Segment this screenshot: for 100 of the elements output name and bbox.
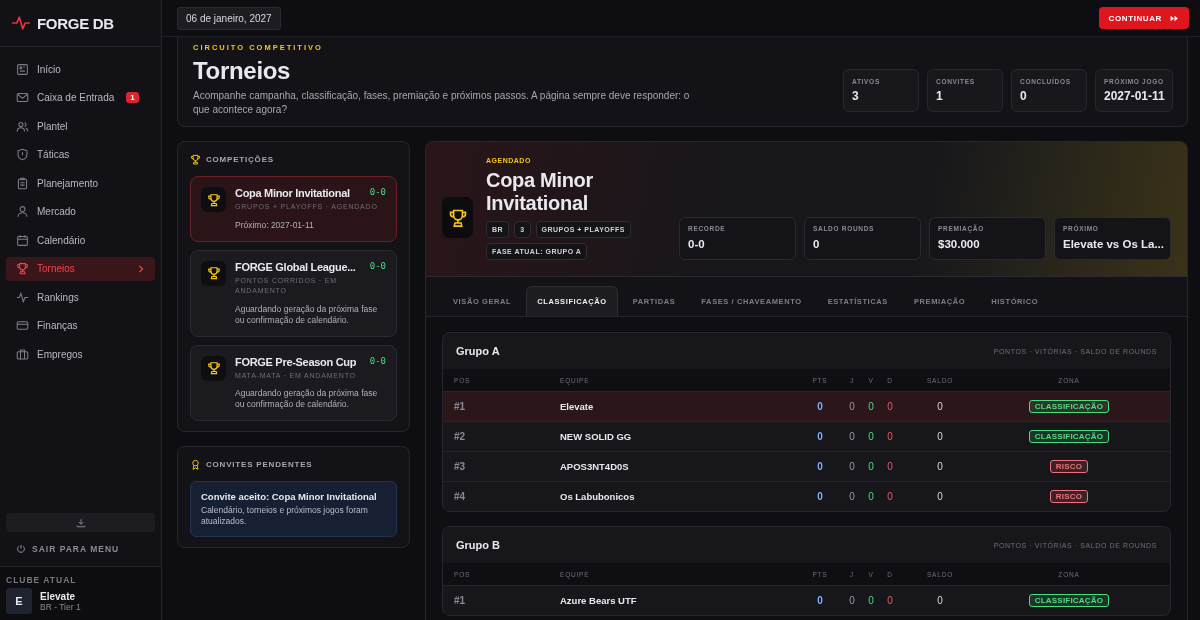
played-cell-text: 0 — [848, 491, 856, 502]
home-icon — [16, 62, 29, 76]
standings-row[interactable]: #3 APOS3NT4D0S 0 0 0 0 0 RISCO — [443, 451, 1170, 481]
standings-row[interactable]: #4 Os Labubonicos 0 0 0 0 0 RISCO — [443, 481, 1170, 511]
position-cell-text: #2 — [454, 431, 467, 442]
competition-note: Aguardando geração da próxima fase ou confirmação de calendário. — [235, 388, 379, 411]
page-title: Torneios — [193, 57, 292, 85]
nav-item[interactable]: Rankings — [6, 285, 155, 310]
nav-item[interactable]: Planejamento — [6, 171, 155, 196]
club-avatar: E — [6, 588, 32, 614]
team-cell-text: Elevate — [560, 401, 595, 412]
nav-item[interactable]: Finanças — [6, 313, 155, 338]
pulse-logo-icon — [11, 13, 31, 33]
nav-item[interactable]: Caixa de Entrada 1 — [6, 85, 155, 110]
wins-cell-text: 0 — [867, 491, 875, 502]
wins-cell-text: 0 — [867, 595, 875, 606]
balance-cell-text: 0 — [936, 461, 944, 472]
competition-note: Aguardando geração da próxima fase ou confirmação de calendário. — [235, 303, 379, 326]
competition-score: 0-0 — [369, 260, 386, 273]
points-cell-text: 0 — [816, 431, 824, 442]
mail-icon — [16, 91, 29, 105]
download-button[interactable] — [6, 513, 155, 532]
briefcase-icon — [16, 347, 29, 361]
medal-icon — [190, 459, 201, 471]
competition-score: 0-0 — [369, 355, 386, 368]
date-chip: 06 de janeiro, 2027 — [177, 6, 281, 30]
download-icon — [75, 517, 86, 528]
position-cell-text: #1 — [454, 401, 467, 412]
shield-icon — [16, 148, 29, 162]
panel-title: COMPETIÇÕES — [206, 155, 274, 164]
group-name: Grupo B — [456, 539, 500, 551]
zone-tag: RISCO — [1049, 460, 1089, 473]
standings-row[interactable]: #1 Elevate 0 0 0 0 0 CLASSIFICAÇÃO — [443, 391, 1170, 421]
nav-item[interactable]: Início — [6, 57, 155, 82]
balance-cell-text: 0 — [936, 431, 944, 442]
team-cell-text: APOS3NT4D0S — [560, 461, 630, 472]
fast-forward-icon — [1170, 13, 1179, 23]
competition-note: Próximo: 2027-01-11 — [235, 219, 315, 231]
team-cell-text: NEW SOLID GG — [560, 431, 633, 442]
played-cell-text: 0 — [848, 461, 856, 472]
losses-cell-text: 0 — [886, 491, 894, 502]
losses-cell-text: 0 — [886, 431, 894, 442]
trophy-badge — [442, 197, 473, 238]
points-cell-text: 0 — [816, 595, 824, 606]
nav-item[interactable]: Torneios — [6, 256, 155, 281]
points-cell-text: 0 — [816, 401, 824, 412]
power-icon — [16, 544, 26, 554]
club-meta: BR - Tier 1 — [40, 601, 81, 612]
users-icon — [16, 119, 29, 133]
zone-tag: RISCO — [1049, 490, 1089, 503]
losses-cell-text: 0 — [886, 461, 894, 472]
points-cell-text: 0 — [816, 461, 824, 472]
team-cell-text: Os Labubonicos — [560, 491, 636, 502]
trophy-badge — [201, 355, 226, 381]
nav-item[interactable]: Empregos — [6, 342, 155, 367]
clipboard-icon — [16, 176, 29, 190]
trophy-badge — [201, 187, 226, 212]
nav-item[interactable]: Calendário — [6, 228, 155, 253]
position-cell-text: #3 — [454, 461, 467, 472]
position-cell-text: #1 — [454, 595, 467, 606]
tournament-title: Copa Minor Invitational — [486, 169, 594, 215]
balance-cell-text: 0 — [936, 595, 944, 606]
zone-tag: CLASSIFICAÇÃO — [1028, 594, 1110, 607]
played-cell-text: 0 — [848, 431, 856, 442]
standings-row[interactable]: #2 NEW SOLID GG 0 0 0 0 0 CLASSIFICAÇÃO — [443, 421, 1170, 451]
trophy-badge — [201, 260, 226, 286]
nav-item[interactable]: Táticas — [6, 142, 155, 167]
trophy-icon — [16, 262, 29, 276]
team-cell-text: Azure Bears UTF — [560, 595, 638, 606]
nav-item[interactable]: Plantel — [6, 114, 155, 139]
user-icon — [16, 205, 29, 219]
exit-to-menu-button[interactable]: SAIR PARA MENU — [6, 540, 130, 558]
page-description: Acompanhe campanha, classificação, fases, premiação e próximos passos. A página sempre deve responder: o que acontece agora? — [193, 89, 691, 116]
balance-cell-text: 0 — [936, 491, 944, 502]
points-cell-text: 0 — [816, 491, 824, 502]
panel-title: CONVITES PENDENTES — [206, 460, 313, 470]
invite-title: Convite aceito: Copa Minor Invitational — [201, 491, 378, 503]
nav-item[interactable]: Mercado — [6, 199, 155, 224]
brand-name: FORGE DB — [37, 14, 114, 32]
zone-tag: CLASSIFICAÇÃO — [1028, 430, 1110, 443]
group-name: Grupo A — [456, 345, 500, 357]
competition-score: 0-0 — [369, 187, 386, 199]
competition-name: FORGE Global League... — [235, 260, 356, 273]
zone-tag: CLASSIFICAÇÃO — [1028, 400, 1110, 413]
standings-row[interactable]: #1 Azure Bears UTF 0 0 0 0 0 CLASSIFICAÇÃO — [443, 585, 1170, 615]
pulse-icon — [16, 290, 29, 304]
played-cell-text: 0 — [848, 595, 856, 606]
balance-cell-text: 0 — [936, 401, 944, 412]
club-name: Elevate — [40, 590, 77, 602]
chevron-icon — [137, 264, 145, 273]
losses-cell-text: 0 — [886, 401, 894, 412]
wins-cell-text: 0 — [867, 431, 875, 442]
wins-cell-text: 0 — [867, 401, 875, 412]
trophy-icon — [190, 154, 201, 165]
continue-button[interactable]: CONTINUAR — [1098, 7, 1189, 29]
card-icon — [16, 319, 29, 333]
competition-name: Copa Minor Invitational — [235, 187, 350, 199]
calendar-icon — [16, 233, 29, 247]
wins-cell-text: 0 — [867, 461, 875, 472]
unread-badge: 1 — [126, 92, 139, 104]
